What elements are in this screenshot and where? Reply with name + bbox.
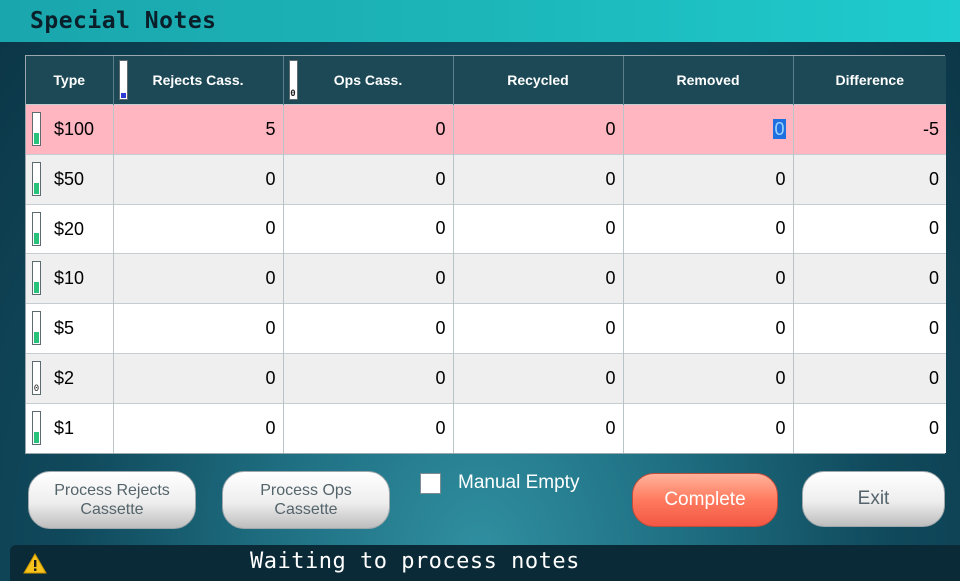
cell-rejects: 0 (113, 203, 284, 254)
status-message: Waiting to process notes (250, 549, 580, 574)
notes-grid: Type Rejects Cass. 0 Ops Cass. Recycled … (26, 56, 946, 453)
cell-type: 0 $2 (26, 352, 114, 404)
column-header-type: Type (26, 56, 114, 105)
cell-recycled: 0 (453, 303, 624, 354)
window-title: Special Notes (30, 8, 217, 34)
ops-gauge-label: 0 (290, 89, 296, 99)
column-header-difference: Difference (793, 56, 946, 105)
denomination-label: $20 (54, 218, 85, 239)
cell-recycled: 0 (453, 104, 624, 155)
cell-ops: 0 (283, 153, 454, 205)
cassette-level-gauge-icon (32, 161, 41, 196)
process-rejects-label-line1: Process Rejects (54, 482, 170, 499)
cell-recycled: 0 (453, 253, 624, 304)
table-row[interactable]: 0 $2 0 0 0 0 0 (26, 352, 946, 404)
table-header-row: Type Rejects Cass. 0 Ops Cass. Recycled … (26, 56, 946, 105)
cell-difference: 0 (793, 402, 946, 453)
cell-recycled: 0 (453, 153, 624, 205)
denomination-label: $2 (54, 367, 75, 388)
cassette-level-gauge-icon (32, 112, 41, 146)
table-row[interactable]: $100 5 0 0 0 -5 (26, 104, 946, 155)
gauge-zero-label: 0 (33, 383, 40, 394)
cell-recycled: 0 (453, 352, 624, 404)
cell-recycled: 0 (453, 203, 624, 254)
rejects-cassette-gauge-icon (118, 60, 128, 100)
column-header-recycled: Recycled (453, 56, 624, 105)
column-header-removed: Removed (623, 56, 794, 105)
process-rejects-cassette-button[interactable]: Process Rejects Cassette (28, 471, 196, 529)
cell-removed[interactable]: 0 (623, 104, 794, 155)
process-ops-label-line2: Cassette (274, 501, 338, 518)
cassette-level-gauge-icon (32, 410, 41, 445)
column-header-ops-label: Ops Cass. (333, 72, 403, 88)
cell-rejects: 0 (113, 303, 284, 354)
cell-type: $20 (26, 203, 114, 254)
cell-removed[interactable]: 0 (623, 203, 794, 254)
table-row[interactable]: $50 0 0 0 0 0 (26, 153, 946, 205)
denomination-label: $10 (54, 268, 85, 289)
cell-ops: 0 (283, 303, 454, 354)
cell-type: $100 (26, 104, 114, 155)
notes-table: Type Rejects Cass. 0 Ops Cass. Recycled … (25, 55, 946, 454)
exit-button[interactable]: Exit (802, 471, 945, 527)
table-row[interactable]: $1 0 0 0 0 0 (26, 402, 946, 453)
cell-difference: 0 (793, 303, 946, 354)
cassette-level-gauge-icon (32, 211, 41, 246)
process-rejects-label-line2: Cassette (80, 501, 144, 518)
manual-empty-checkbox[interactable] (420, 473, 441, 494)
cell-difference: -5 (793, 104, 946, 155)
warning-icon (23, 553, 47, 574)
denomination-label: $1 (54, 417, 75, 438)
column-header-rejects: Rejects Cass. (113, 56, 284, 105)
cell-difference: 0 (793, 153, 946, 205)
complete-button-label: Complete (664, 489, 746, 510)
column-header-ops: 0 Ops Cass. (283, 56, 454, 105)
cell-difference: 0 (793, 253, 946, 304)
cell-rejects: 5 (113, 104, 284, 155)
cell-ops: 0 (283, 352, 454, 404)
exit-button-label: Exit (857, 488, 890, 509)
cassette-level-gauge-icon (32, 311, 41, 346)
title-bar: Special Notes (0, 0, 960, 42)
cell-difference: 0 (793, 203, 946, 254)
process-ops-label-line1: Process Ops (260, 482, 352, 499)
cell-type: $1 (26, 402, 114, 453)
cassette-level-gauge-icon: 0 (32, 360, 41, 395)
cell-rejects: 0 (113, 153, 284, 205)
complete-button[interactable]: Complete (632, 473, 778, 527)
cell-recycled: 0 (453, 402, 624, 453)
manual-empty-label: Manual Empty (458, 472, 580, 493)
table-row[interactable]: $5 0 0 0 0 0 (26, 303, 946, 354)
cell-removed[interactable]: 0 (623, 402, 794, 453)
cassette-level-gauge-icon (32, 261, 41, 296)
cell-ops: 0 (283, 253, 454, 304)
column-header-rejects-label: Rejects Cass. (152, 72, 244, 88)
denomination-label: $5 (54, 318, 75, 339)
denomination-label: $100 (54, 119, 95, 139)
table-row[interactable]: $20 0 0 0 0 0 (26, 203, 946, 254)
cell-removed[interactable]: 0 (623, 303, 794, 354)
cell-ops: 0 (283, 402, 454, 453)
cell-difference: 0 (793, 352, 946, 404)
ops-cassette-gauge-icon: 0 (288, 60, 298, 100)
cell-ops: 0 (283, 203, 454, 254)
cell-removed[interactable]: 0 (623, 153, 794, 205)
status-bar: Waiting to process notes (10, 545, 960, 581)
cell-type: $50 (26, 153, 114, 205)
cell-ops: 0 (283, 104, 454, 155)
cell-removed[interactable]: 0 (623, 352, 794, 404)
removed-input-selected[interactable]: 0 (773, 118, 786, 139)
cell-removed[interactable]: 0 (623, 253, 794, 304)
cell-rejects: 0 (113, 352, 284, 404)
denomination-label: $50 (54, 168, 85, 189)
cell-type: $10 (26, 253, 114, 304)
cell-rejects: 0 (113, 402, 284, 453)
cell-rejects: 0 (113, 253, 284, 304)
cell-type: $5 (26, 303, 114, 354)
table-row[interactable]: $10 0 0 0 0 0 (26, 253, 946, 304)
process-ops-cassette-button[interactable]: Process Ops Cassette (222, 471, 390, 529)
